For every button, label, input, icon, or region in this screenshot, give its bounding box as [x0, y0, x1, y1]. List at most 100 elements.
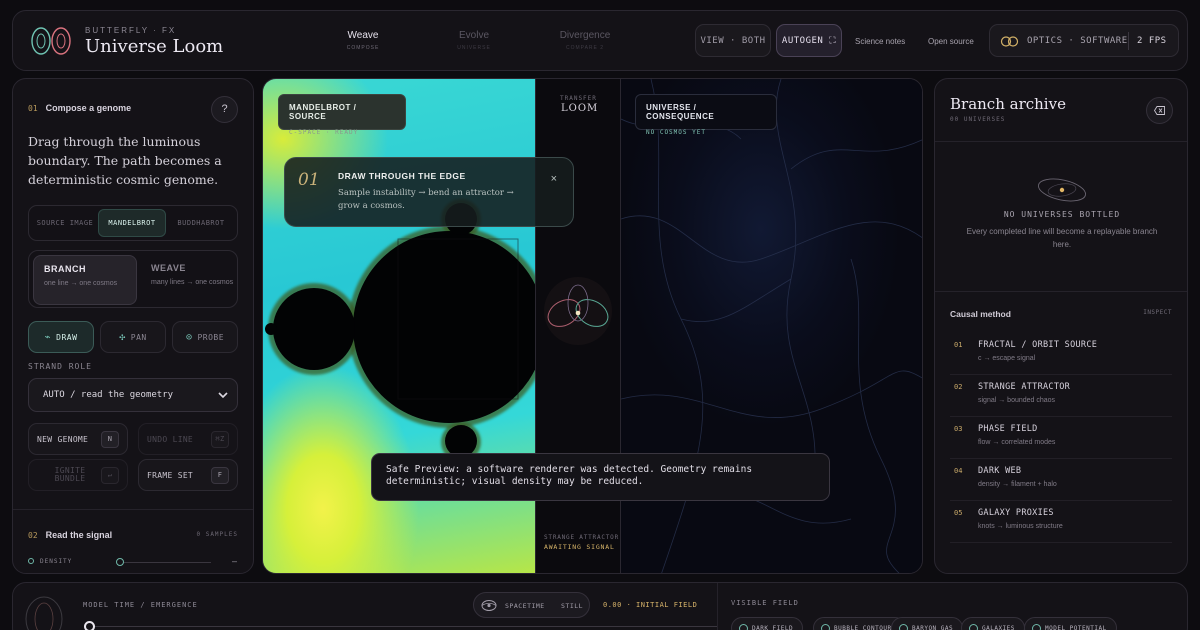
field-chip-model-potential[interactable]: MODEL POTENTIAL — [1024, 617, 1117, 630]
tab-evolve-label: Evolve — [458, 30, 489, 41]
density-slider-track[interactable] — [117, 562, 211, 563]
source-option-image[interactable]: SOURCE IMAGE — [32, 209, 98, 237]
causal-step[interactable]: 04 DARK WEB density → filament + halo — [950, 459, 1172, 501]
undo-key: ⌘Z — [211, 431, 229, 448]
step-number: 02 — [954, 383, 963, 391]
causal-step[interactable]: 02 STRANGE ATTRACTOR signal → bounded ch… — [950, 375, 1172, 417]
spacetime-toggle[interactable]: SPACETIME STILL — [473, 592, 590, 618]
science-notes-link[interactable]: Science notes — [855, 37, 905, 46]
draw-tool-button[interactable]: ⌁ DRAW — [28, 321, 94, 353]
optics-label: OPTICS · SOFTWARE — [1027, 36, 1128, 46]
help-button[interactable]: ? — [211, 96, 238, 123]
still-label: STILL — [561, 602, 584, 610]
pan-tool-button[interactable]: ✣ PAN — [100, 321, 166, 353]
source-tag-status: C-SPACE · READY — [289, 129, 359, 136]
compose-intro: Drag through the luminous boundary. The … — [28, 134, 222, 187]
brand-title: Universe Loom — [85, 36, 224, 57]
step-desc: density → filament + halo — [978, 481, 1057, 488]
archive-count: 00 UNIVERSES — [950, 116, 1006, 123]
field-chip-dark-field[interactable]: DARK FIELD — [731, 617, 804, 630]
inspect-button[interactable]: INSPECT — [1143, 309, 1172, 316]
empty-archive-title: NO UNIVERSES BOTTLED — [1003, 210, 1121, 219]
density-label-row: DENSITY — [28, 558, 72, 565]
step-title: PHASE FIELD — [978, 424, 1038, 434]
density-dot-icon — [28, 558, 34, 564]
tab-evolve-sub: UNIVERSE — [457, 45, 491, 51]
mode-weave[interactable]: WEAVE many lines → one cosmos — [141, 255, 245, 305]
frame-set-key: F — [211, 467, 229, 484]
frame-set-button[interactable]: FRAME SET F — [138, 459, 238, 491]
spacetime-icon — [481, 600, 497, 611]
mode-branch[interactable]: BRANCH one line → one cosmos — [33, 255, 137, 305]
optics-indicator[interactable]: OPTICS · SOFTWARE 2 FPS — [989, 24, 1179, 57]
samples-count: 0 SAMPLES — [196, 531, 238, 538]
probe-label: PROBE — [197, 332, 225, 342]
autogen-button[interactable]: AUTOGEN ⛶ — [776, 24, 842, 57]
frame-set-label: FRAME SET — [147, 470, 194, 480]
mode-branch-desc: one line → one cosmos — [44, 280, 118, 287]
causal-method-title: Causal method — [950, 309, 1011, 319]
tab-evolve[interactable]: Evolve UNIVERSE — [429, 30, 519, 51]
draw-label: DRAW — [56, 332, 78, 342]
section-divider — [13, 509, 253, 510]
signal-title: Read the signal — [45, 530, 113, 540]
source-option-buddhabrot[interactable]: BUDDHABROT — [168, 209, 234, 237]
causal-step[interactable]: 05 GALAXY PROXIES knots → luminous struc… — [950, 501, 1172, 543]
probe-tool-button[interactable]: ⊙ PROBE — [172, 321, 238, 353]
strange-attractor-icon — [544, 277, 612, 345]
ignite-bundle-button[interactable]: IGNITE BUNDLE ↵ — [28, 459, 128, 491]
strand-role-select[interactable]: AUTO / read the geometry — [28, 378, 238, 412]
tooltip-title: DRAW THROUGH THE EDGE — [338, 171, 466, 181]
optics-icon — [1000, 36, 1019, 47]
canvas-viewport[interactable]: TRANSFER LOOM STRANGE ATTRACTOR AWAITING… — [262, 78, 923, 574]
step-title: STRANGE ATTRACTOR — [978, 382, 1071, 392]
open-source-link[interactable]: Open source — [928, 37, 974, 46]
field-chip-galaxies[interactable]: GALAXIES — [961, 617, 1025, 630]
undo-line-button[interactable]: UNDO LINE ⌘Z — [138, 423, 238, 455]
strand-role-value: AUTO / read the geometry — [43, 390, 174, 400]
compose-heading: 01 Compose a genome — [28, 103, 131, 113]
timeline-bar: MODEL TIME / EMERGENCE SPACETIME STILL 0… — [12, 582, 1188, 630]
compose-number: 01 — [28, 104, 38, 113]
field-chip-baryon-gas[interactable]: BARYON GAS — [891, 617, 964, 630]
strand-role-label: STRAND ROLE — [28, 362, 92, 371]
source-selector: SOURCE IMAGE MANDELBROT BUDDHABROT — [28, 205, 238, 241]
causal-step[interactable]: 01 FRACTAL / ORBIT SOURCE c → escape sig… — [950, 333, 1172, 375]
close-icon[interactable]: × — [551, 173, 557, 185]
tab-divergence-label: Divergence — [559, 30, 611, 41]
bottom-divider — [717, 583, 718, 630]
mode-weave-title: WEAVE — [151, 263, 186, 273]
pan-icon: ✣ — [119, 331, 126, 343]
step-desc: c → escape signal — [978, 355, 1036, 362]
archive-title: Branch archive — [950, 95, 1066, 113]
transfer-label: TRANSFER — [560, 95, 597, 102]
brand-subtitle: BUTTERFLY · FX — [85, 26, 177, 35]
causal-step[interactable]: 03 PHASE FIELD flow → correlated modes — [950, 417, 1172, 459]
view-mode-button[interactable]: VIEW · BOTH — [695, 24, 771, 57]
universe-tag-status: NO COSMOS YET — [646, 129, 706, 136]
tab-divergence-sub: COMPARE 2 — [565, 45, 605, 51]
step-number: 04 — [954, 467, 963, 475]
visible-field-label: VISIBLE FIELD — [731, 599, 799, 607]
loom-label: LOOM — [561, 103, 599, 114]
model-time-knob[interactable] — [84, 621, 95, 630]
optics-divider — [1128, 32, 1129, 50]
weave-mode-selector: BRANCH one line → one cosmos WEAVE many … — [28, 250, 238, 308]
source-option-mandelbrot[interactable]: MANDELBROT — [98, 209, 166, 237]
tooltip-body: Sample instability → bend an attractor →… — [338, 188, 514, 211]
tab-weave[interactable]: Weave COMPOSE — [318, 30, 408, 51]
new-genome-label: NEW GENOME — [37, 434, 89, 444]
fps-readout: 2 FPS — [1137, 36, 1167, 46]
density-value: – — [231, 556, 237, 566]
new-genome-button[interactable]: NEW GENOME N — [28, 423, 128, 455]
archive-divider-top — [935, 141, 1187, 142]
compose-panel: 01 Compose a genome ? Drag through the lu… — [12, 78, 254, 574]
model-time-track[interactable] — [89, 626, 717, 627]
safe-preview-toast: Safe Preview: a software renderer was de… — [371, 453, 830, 501]
clear-archive-button[interactable] — [1146, 97, 1173, 124]
attractor-status: AWAITING SIGNAL — [544, 543, 615, 551]
step-title: GALAXY PROXIES — [978, 508, 1054, 518]
tab-divergence[interactable]: Divergence COMPARE 2 — [540, 30, 630, 51]
tab-weave-sub: COMPOSE — [346, 45, 380, 51]
density-slider-knob[interactable] — [116, 558, 124, 566]
